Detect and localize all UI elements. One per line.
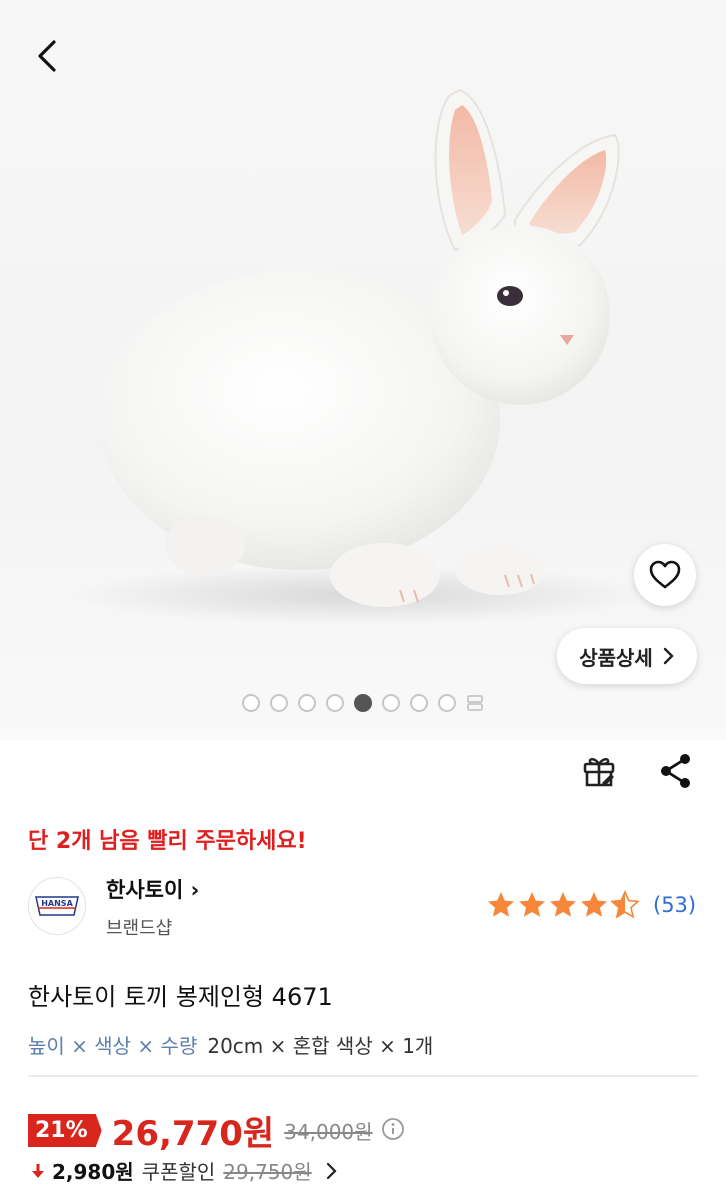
divider: [28, 1075, 698, 1077]
brand-name: 한사토이: [106, 878, 184, 902]
coupon-label: 쿠폰할인: [141, 1160, 216, 1184]
back-button[interactable]: [26, 34, 70, 78]
product-title: 한사토이 토끼 봉제인형 4671: [28, 983, 333, 1011]
gallery-dot[interactable]: [270, 694, 288, 712]
chevron-right-icon: ›: [183, 878, 200, 902]
rating[interactable]: (53): [486, 890, 696, 920]
review-count[interactable]: (53): [653, 893, 696, 917]
product-detail-button[interactable]: 상품상세: [557, 628, 697, 684]
wishlist-button[interactable]: [634, 544, 696, 606]
heart-outline-icon: [649, 560, 681, 589]
brand-logo[interactable]: HANSA: [28, 877, 86, 935]
stock-notice: 단 2개 남음 빨리 주문하세요!: [28, 829, 307, 854]
option-values: 20cm × 혼합 색상 × 1개: [207, 1034, 434, 1058]
gallery-grid-icon[interactable]: [466, 694, 484, 712]
star-rating-icon: [488, 891, 639, 918]
brand-name-link[interactable]: 한사토이 ›: [106, 874, 199, 904]
original-price: 34,000원: [284, 1120, 373, 1144]
share-button[interactable]: [655, 750, 697, 792]
gallery-dot[interactable]: [382, 694, 400, 712]
chevron-right-icon: [326, 1162, 337, 1179]
product-detail-label: 상품상세: [579, 645, 653, 670]
gallery-dot-active[interactable]: [354, 694, 372, 712]
discount-badge: 21%: [28, 1114, 102, 1147]
brand-shop-label: 브랜드샵: [106, 918, 173, 939]
gallery-dot[interactable]: [410, 694, 428, 712]
coupon-amount: 2,980원: [52, 1160, 134, 1184]
gallery-dot[interactable]: [298, 694, 316, 712]
gallery-dot[interactable]: [242, 694, 260, 712]
product-image[interactable]: 상품상세: [0, 0, 726, 740]
coupon-price: 29,750원: [223, 1160, 312, 1184]
chevron-left-icon: [38, 40, 56, 72]
option-labels: 높이 × 색상 × 수량: [28, 1034, 198, 1058]
share-icon: [661, 754, 690, 788]
coupon-row[interactable]: 2,980원 쿠폰할인 29,750원: [28, 1156, 338, 1185]
gallery-dot[interactable]: [326, 694, 344, 712]
selected-options[interactable]: 높이 × 색상 × 수량 20cm × 혼합 색상 × 1개: [28, 1030, 433, 1059]
gift-button[interactable]: [578, 750, 620, 792]
svg-text:HANSA: HANSA: [41, 899, 73, 908]
gift-icon: [583, 758, 615, 787]
gallery-dot[interactable]: [438, 694, 456, 712]
price-row: 21% 26,770원 34,000원: [28, 1106, 405, 1155]
gallery-pagination: [0, 694, 726, 712]
arrow-down-icon: [32, 1163, 44, 1178]
info-icon[interactable]: [381, 1117, 405, 1145]
sale-price: 26,770원: [111, 1114, 275, 1154]
chevron-right-icon: [663, 647, 674, 665]
